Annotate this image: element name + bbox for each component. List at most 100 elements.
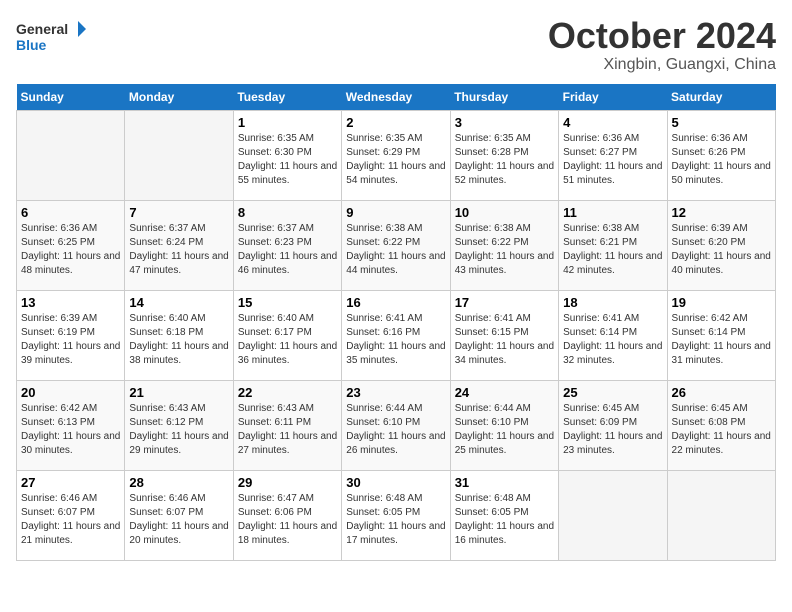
day-number: 9 bbox=[346, 205, 445, 220]
svg-text:Blue: Blue bbox=[16, 37, 47, 53]
day-info: Sunrise: 6:39 AMSunset: 6:20 PMDaylight:… bbox=[672, 222, 771, 278]
day-number: 17 bbox=[455, 295, 554, 310]
day-cell: 31 Sunrise: 6:48 AMSunset: 6:05 PMDayligh… bbox=[450, 470, 558, 560]
day-cell: 29 Sunrise: 6:47 AMSunset: 6:06 PMDayligh… bbox=[233, 470, 341, 560]
day-cell: 30 Sunrise: 6:48 AMSunset: 6:05 PMDayligh… bbox=[342, 470, 450, 560]
day-cell: 22Sunrise: 6:43 AMSunset: 6:11 PMDayligh… bbox=[233, 380, 341, 470]
day-number: 31 bbox=[455, 475, 554, 490]
day-info: Sunrise: 6:45 AMSunset: 6:08 PMDaylight:… bbox=[672, 402, 771, 458]
day-info: Sunrise: 6:42 AMSunset: 6:13 PMDaylight:… bbox=[21, 402, 120, 458]
day-info: Sunrise: 6:48 AMSunset: 6:05 PMDaylight:… bbox=[346, 492, 445, 548]
day-cell: 2 Sunrise: 6:35 AMSunset: 6:29 PMDaylight… bbox=[342, 110, 450, 200]
day-number: 12 bbox=[672, 205, 771, 220]
day-info: Sunrise: 6:44 AMSunset: 6:10 PMDaylight:… bbox=[346, 402, 445, 458]
day-cell: 21 Sunrise: 6:43 AMSunset: 6:12 PMDayligh… bbox=[125, 380, 233, 470]
day-number: 24 bbox=[455, 385, 554, 400]
week-row-2: 6 Sunrise: 6:36 AMSunset: 6:25 PMDaylight… bbox=[17, 200, 776, 290]
day-cell: 18Sunrise: 6:41 AMSunset: 6:14 PMDayligh… bbox=[559, 290, 667, 380]
weekday-header-tuesday: Tuesday bbox=[233, 84, 341, 111]
title-block: October 2024 Xingbin, Guangxi, China bbox=[548, 16, 776, 74]
day-cell: 20 Sunrise: 6:42 AMSunset: 6:13 PMDayligh… bbox=[17, 380, 125, 470]
day-cell: 13 Sunrise: 6:39 AMSunset: 6:19 PMDayligh… bbox=[17, 290, 125, 380]
day-number: 5 bbox=[672, 115, 771, 130]
day-cell: 5Sunrise: 6:36 AMSunset: 6:26 PMDaylight… bbox=[667, 110, 775, 200]
day-number: 23 bbox=[346, 385, 445, 400]
day-number: 4 bbox=[563, 115, 662, 130]
day-info: Sunrise: 6:40 AMSunset: 6:17 PMDaylight:… bbox=[238, 312, 337, 368]
day-cell: 14Sunrise: 6:40 AMSunset: 6:18 PMDayligh… bbox=[125, 290, 233, 380]
day-info: Sunrise: 6:39 AMSunset: 6:19 PMDaylight:… bbox=[21, 312, 120, 368]
day-cell: 8 Sunrise: 6:37 AMSunset: 6:23 PMDaylight… bbox=[233, 200, 341, 290]
weekday-header-monday: Monday bbox=[125, 84, 233, 111]
day-number: 14 bbox=[129, 295, 228, 310]
day-cell: 25Sunrise: 6:45 AMSunset: 6:09 PMDayligh… bbox=[559, 380, 667, 470]
day-cell: 7Sunrise: 6:37 AMSunset: 6:24 PMDaylight… bbox=[125, 200, 233, 290]
day-info: Sunrise: 6:48 AMSunset: 6:05 PMDaylight:… bbox=[455, 492, 554, 548]
day-info: Sunrise: 6:47 AMSunset: 6:06 PMDaylight:… bbox=[238, 492, 337, 548]
day-number: 19 bbox=[672, 295, 771, 310]
day-info: Sunrise: 6:35 AMSunset: 6:29 PMDaylight:… bbox=[346, 132, 445, 188]
day-info: Sunrise: 6:36 AMSunset: 6:27 PMDaylight:… bbox=[563, 132, 662, 188]
day-info: Sunrise: 6:41 AMSunset: 6:15 PMDaylight:… bbox=[455, 312, 554, 368]
day-number: 20 bbox=[21, 385, 120, 400]
weekday-header-row: SundayMondayTuesdayWednesdayThursdayFrid… bbox=[17, 84, 776, 111]
day-cell bbox=[125, 110, 233, 200]
day-number: 10 bbox=[455, 205, 554, 220]
day-cell bbox=[667, 470, 775, 560]
day-number: 11 bbox=[563, 205, 662, 220]
day-number: 28 bbox=[129, 475, 228, 490]
day-info: Sunrise: 6:35 AMSunset: 6:28 PMDaylight:… bbox=[455, 132, 554, 188]
day-cell: 28 Sunrise: 6:46 AMSunset: 6:07 PMDayligh… bbox=[125, 470, 233, 560]
day-cell: 6 Sunrise: 6:36 AMSunset: 6:25 PMDaylight… bbox=[17, 200, 125, 290]
month-title: October 2024 bbox=[548, 16, 776, 56]
day-cell: 9Sunrise: 6:38 AMSunset: 6:22 PMDaylight… bbox=[342, 200, 450, 290]
day-number: 8 bbox=[238, 205, 337, 220]
day-info: Sunrise: 6:38 AMSunset: 6:22 PMDaylight:… bbox=[455, 222, 554, 278]
day-number: 25 bbox=[563, 385, 662, 400]
day-cell: 24 Sunrise: 6:44 AMSunset: 6:10 PMDayligh… bbox=[450, 380, 558, 470]
day-info: Sunrise: 6:41 AMSunset: 6:14 PMDaylight:… bbox=[563, 312, 662, 368]
day-cell: 16Sunrise: 6:41 AMSunset: 6:16 PMDayligh… bbox=[342, 290, 450, 380]
day-info: Sunrise: 6:43 AMSunset: 6:11 PMDaylight:… bbox=[238, 402, 337, 458]
day-info: Sunrise: 6:36 AMSunset: 6:25 PMDaylight:… bbox=[21, 222, 120, 278]
day-cell: 26 Sunrise: 6:45 AMSunset: 6:08 PMDayligh… bbox=[667, 380, 775, 470]
day-number: 30 bbox=[346, 475, 445, 490]
day-cell: 3 Sunrise: 6:35 AMSunset: 6:28 PMDaylight… bbox=[450, 110, 558, 200]
day-number: 1 bbox=[238, 115, 337, 130]
svg-text:General: General bbox=[16, 21, 68, 37]
day-info: Sunrise: 6:38 AMSunset: 6:21 PMDaylight:… bbox=[563, 222, 662, 278]
logo-svg: General Blue bbox=[16, 16, 86, 56]
day-cell: 17 Sunrise: 6:41 AMSunset: 6:15 PMDayligh… bbox=[450, 290, 558, 380]
day-number: 2 bbox=[346, 115, 445, 130]
day-cell: 19 Sunrise: 6:42 AMSunset: 6:14 PMDayligh… bbox=[667, 290, 775, 380]
day-number: 7 bbox=[129, 205, 228, 220]
weekday-header-saturday: Saturday bbox=[667, 84, 775, 111]
weekday-header-sunday: Sunday bbox=[17, 84, 125, 111]
day-info: Sunrise: 6:37 AMSunset: 6:23 PMDaylight:… bbox=[238, 222, 337, 278]
day-cell: 1Sunrise: 6:35 AMSunset: 6:30 PMDaylight… bbox=[233, 110, 341, 200]
page-header: General Blue October 2024 Xingbin, Guang… bbox=[16, 16, 776, 74]
day-cell bbox=[17, 110, 125, 200]
day-info: Sunrise: 6:43 AMSunset: 6:12 PMDaylight:… bbox=[129, 402, 228, 458]
day-number: 13 bbox=[21, 295, 120, 310]
day-cell: 10 Sunrise: 6:38 AMSunset: 6:22 PMDayligh… bbox=[450, 200, 558, 290]
weekday-header-thursday: Thursday bbox=[450, 84, 558, 111]
day-number: 21 bbox=[129, 385, 228, 400]
calendar-table: SundayMondayTuesdayWednesdayThursdayFrid… bbox=[16, 84, 776, 561]
week-row-4: 20 Sunrise: 6:42 AMSunset: 6:13 PMDayligh… bbox=[17, 380, 776, 470]
logo: General Blue bbox=[16, 16, 86, 56]
day-cell bbox=[559, 470, 667, 560]
day-number: 6 bbox=[21, 205, 120, 220]
day-cell: 27Sunrise: 6:46 AMSunset: 6:07 PMDayligh… bbox=[17, 470, 125, 560]
day-number: 26 bbox=[672, 385, 771, 400]
day-cell: 23 Sunrise: 6:44 AMSunset: 6:10 PMDayligh… bbox=[342, 380, 450, 470]
day-info: Sunrise: 6:42 AMSunset: 6:14 PMDaylight:… bbox=[672, 312, 771, 368]
day-info: Sunrise: 6:46 AMSunset: 6:07 PMDaylight:… bbox=[129, 492, 228, 548]
day-number: 29 bbox=[238, 475, 337, 490]
day-number: 3 bbox=[455, 115, 554, 130]
day-cell: 12 Sunrise: 6:39 AMSunset: 6:20 PMDayligh… bbox=[667, 200, 775, 290]
day-info: Sunrise: 6:44 AMSunset: 6:10 PMDaylight:… bbox=[455, 402, 554, 458]
week-row-1: 1Sunrise: 6:35 AMSunset: 6:30 PMDaylight… bbox=[17, 110, 776, 200]
day-info: Sunrise: 6:46 AMSunset: 6:07 PMDaylight:… bbox=[21, 492, 120, 548]
weekday-header-friday: Friday bbox=[559, 84, 667, 111]
